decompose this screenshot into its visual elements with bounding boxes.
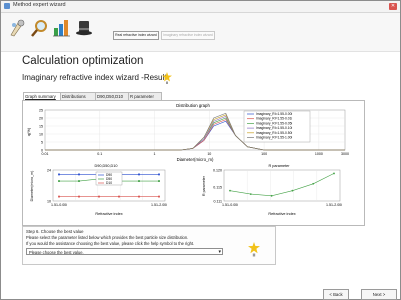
distribution-y-tick: 15	[39, 124, 43, 128]
step-instruction-2: If you would the assistance choosing the…	[26, 241, 195, 246]
distribution-y-tick: 25	[39, 108, 43, 112]
toolbar: Real refractive index wizard Imaginary r…	[1, 13, 400, 52]
distribution-legend-label: Imaginary_RI=1.55-0.05i	[256, 121, 292, 125]
d-values-ylabel: Diameter(micro_m)	[30, 171, 34, 202]
d-values-point	[138, 195, 140, 198]
distribution-graph-title: Distribution graph	[176, 103, 210, 108]
step-6-section: Step 6. Choose the best value Please sel…	[22, 226, 276, 265]
real-refractive-index-wizard-button[interactable]: Real refractive index wizard	[113, 31, 159, 40]
back-button[interactable]: < Back	[323, 289, 349, 300]
d-values-x-tick: 1.51-0.00i	[51, 203, 67, 207]
chevron-down-icon[interactable]: ▾	[218, 249, 221, 256]
help-lightbulb-icon[interactable]	[248, 242, 260, 257]
window-title: Method expert wizard	[13, 2, 66, 8]
distribution-x-tick: 0.01	[42, 152, 49, 156]
r-parameter-plot-area	[223, 169, 341, 202]
app-icon	[4, 3, 10, 9]
distribution-y-tick: 10	[39, 132, 43, 136]
distribution-x-tick: 100	[261, 152, 267, 156]
wizard-tools-icon[interactable]	[8, 18, 28, 38]
r-parameter-y-tick: 0.120	[213, 168, 222, 172]
d-values-legend-label: D10	[106, 181, 112, 185]
page-subtitle: Imaginary refractive index wizard -Resul…	[22, 73, 170, 82]
graph-summary-panel: Distribution graph q(%) 25 20 15 10 5 0 0.01 0…	[22, 100, 365, 226]
distribution-x-tick: 10	[207, 152, 211, 156]
distribution-xlabel: Diameter(micro_m)	[177, 157, 214, 162]
r-parameter-point	[312, 182, 315, 185]
d-values-point	[138, 180, 140, 182]
d-values-point	[158, 195, 160, 198]
step-instruction-1: Please select the parameter listed below…	[26, 235, 189, 240]
d-values-y-ticks: 2410	[47, 168, 51, 203]
r-parameter-x-ticks: 1.51-0.00i 1.51-2.00i	[222, 203, 342, 207]
title-bar: Method expert wizard ✕	[1, 1, 400, 13]
wizard-window: Method expert wizard ✕ Real refractive i…	[0, 0, 401, 300]
r-parameter-point	[333, 172, 335, 175]
distribution-x-ticks: 0.01 0.1 1 10 100 1000 3000	[42, 152, 350, 156]
d-values-point	[78, 173, 80, 176]
r-parameter-x-tick: 1.51-0.00i	[222, 203, 238, 207]
distribution-legend-label: Imaginary_RI=1.55-1.00i	[256, 136, 292, 140]
d-values-point	[58, 195, 60, 198]
d-values-legend-items: D90D50D10	[98, 173, 112, 185]
r-parameter-title: R parameter	[268, 164, 290, 168]
d-values-x-tick: 1.51-2.00i	[151, 203, 167, 207]
distribution-x-tick: 0.1	[97, 152, 102, 156]
r-parameter-point	[291, 189, 294, 192]
d-values-point	[158, 180, 160, 182]
distribution-ylabel: q(%)	[26, 127, 31, 136]
step-title: Step 6. Choose the best value	[26, 229, 84, 234]
distribution-legend-label: Imaginary_RI=1.55-0.10i	[256, 126, 292, 130]
r-parameter-x-tick: 1.51-2.00i	[326, 203, 342, 207]
imaginary-refractive-index-wizard-button[interactable]: Imaginary refractive index wizard	[161, 31, 215, 40]
distribution-legend-label: Imaginary_RI=1.55-0.01i	[256, 117, 292, 121]
d-values-point	[58, 173, 60, 176]
distribution-y-tick: 5	[41, 140, 43, 144]
r-parameter-point	[229, 189, 231, 192]
distribution-legend-label: Imaginary_RI=1.55-0.00i	[256, 112, 292, 116]
d-values-point	[118, 195, 120, 198]
r-parameter-y-ticks: 0.120 0.115 0.111	[213, 168, 222, 203]
bar-chart-icon[interactable]	[52, 18, 72, 38]
graph-summary-charts: Distribution graph q(%) 2520151050 0.01 0…	[26, 103, 350, 216]
next-button[interactable]: Next >	[361, 289, 397, 300]
r-parameter-y-tick: 0.115	[213, 186, 222, 190]
d-values-xlabel: Refractive index	[95, 212, 122, 216]
distribution-x-tick: 3000	[341, 152, 349, 156]
distribution-x-tick: 1000	[315, 152, 323, 156]
d-values-point	[158, 173, 160, 176]
best-value-select[interactable]: Please choose the best value. ▾	[26, 248, 223, 255]
r-parameter-xlabel: Refractive index	[268, 212, 295, 216]
best-value-select-text: Please choose the best value.	[29, 250, 84, 255]
distribution-y-tick: 20	[39, 116, 43, 120]
d-values-point	[58, 180, 60, 182]
distribution-y-ticks: 2520151050	[39, 108, 43, 152]
d-values-point	[78, 180, 80, 182]
d-values-y-tick: 24	[47, 168, 51, 172]
d-values-point	[98, 195, 100, 198]
d-values-point	[138, 173, 140, 176]
r-parameter-ylabel: R parameter	[202, 175, 206, 196]
d-values-x-ticks: 1.51-0.00i 1.51-2.00i	[51, 203, 167, 207]
distribution-x-tick: 1	[154, 152, 156, 156]
page-title: Calculation optimization	[22, 55, 144, 67]
r-parameter-y-tick: 0.111	[214, 199, 222, 203]
distribution-legend-label: Imaginary_RI=1.55-0.50i	[256, 131, 292, 135]
help-lightbulb-icon[interactable]	[162, 72, 172, 84]
d-values-title: D90,D50,D10	[94, 164, 117, 168]
search-magnifier-icon[interactable]	[30, 18, 50, 38]
d-values-point	[78, 195, 80, 198]
r-parameter-point	[249, 193, 252, 196]
r-parameter-point	[270, 194, 273, 197]
top-hat-icon[interactable]	[74, 18, 94, 38]
close-button[interactable]: ✕	[389, 3, 397, 10]
